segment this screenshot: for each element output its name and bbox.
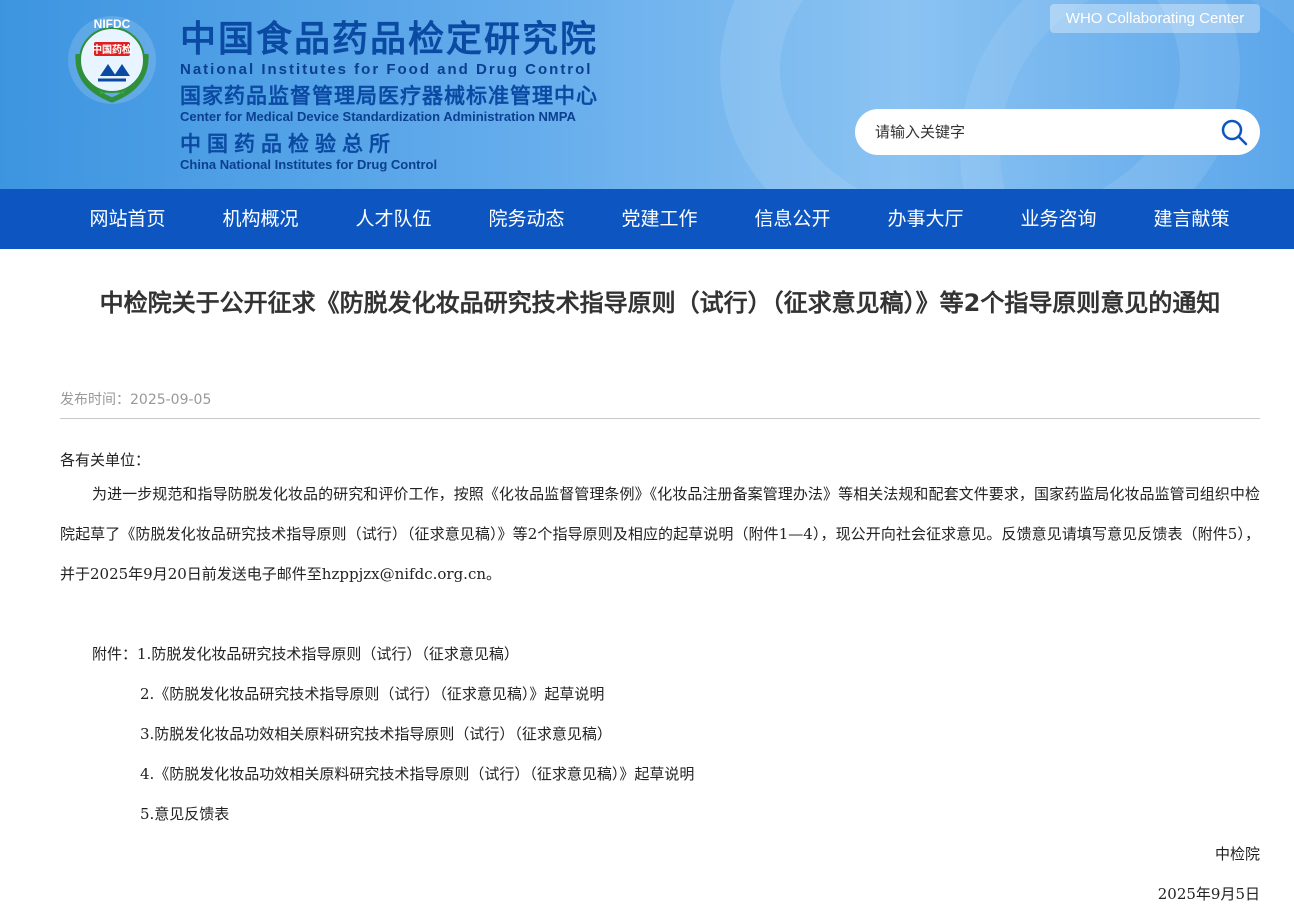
site-subtitle2-en: China National Institutes for Drug Contr… <box>180 157 438 172</box>
main-nav: 网站首页 机构概况 人才队伍 院务动态 党建工作 信息公开 办事大厅 业务咨询 … <box>0 189 1294 249</box>
svg-text:NIFDC: NIFDC <box>94 17 131 31</box>
site-subtitle-cn: 国家药品监督管理局医疗器械标准管理中心 <box>180 84 598 108</box>
nav-item-services[interactable]: 办事大厅 <box>859 189 992 249</box>
article-title: 中检院关于公开征求《防脱发化妆品研究技术指导原则（试行）（征求意见稿）》等2个指… <box>99 289 1221 317</box>
attachment-link[interactable]: 2.《防脱发化妆品研究技术指导原则（试行）（征求意见稿）》起草说明 <box>140 674 604 714</box>
search-box <box>855 109 1260 155</box>
nifdc-logo-icon[interactable]: 中国药检 NIFDC <box>64 14 160 106</box>
site-header: 中国药检 NIFDC 中国食品药品检定研究院 National Institut… <box>0 0 1294 189</box>
svg-text:中国药检: 中国药检 <box>92 43 132 56</box>
attachment-link[interactable]: 5.意见反馈表 <box>140 794 229 834</box>
attachment-link[interactable]: 4.《防脱发化妆品功效相关原料研究技术指导原则（试行）（征求意见稿）》起草说明 <box>140 754 694 794</box>
nav-item-home[interactable]: 网站首页 <box>61 189 194 249</box>
publish-info: 发布时间：2025-09-05 <box>60 390 211 410</box>
site-subtitle-en: Center for Medical Device Standardizatio… <box>180 109 576 124</box>
attachment-link[interactable]: 1.防脱发化妆品研究技术指导原则（试行）（征求意见稿） <box>137 645 519 663</box>
signer: 中检院 <box>1214 845 1260 863</box>
nav-item-overview[interactable]: 机构概况 <box>194 189 327 249</box>
nav-item-news[interactable]: 院务动态 <box>460 189 593 249</box>
publish-date: 2025-09-05 <box>130 392 212 408</box>
sign-date: 2025年9月5日 <box>1157 885 1260 903</box>
attachment-item: 附件：1.防脱发化妆品研究技术指导原则（试行）（征求意见稿） <box>92 634 519 674</box>
site-title-cn: 中国食品药品检定研究院 <box>180 19 599 60</box>
nav-item-suggestions[interactable]: 建言献策 <box>1125 189 1258 249</box>
site-title-en: National Institutes for Food and Drug Co… <box>180 61 593 78</box>
attachment-link[interactable]: 3.防脱发化妆品功效相关原料研究技术指导原则（试行）（征求意见稿） <box>140 714 612 754</box>
site-subtitle2-cn: 中国药品检验总所 <box>180 132 396 156</box>
attachments-label: 附件： <box>92 645 138 663</box>
search-icon[interactable] <box>1218 116 1250 148</box>
nav-item-consult[interactable]: 业务咨询 <box>992 189 1125 249</box>
divider <box>60 418 1260 419</box>
nav-item-disclosure[interactable]: 信息公开 <box>726 189 859 249</box>
publish-label: 发布时间： <box>60 392 130 408</box>
who-collaborating-center-link[interactable]: WHO Collaborating Center <box>1050 4 1260 33</box>
nav-item-talent[interactable]: 人才队伍 <box>327 189 460 249</box>
site-title-block: 中国食品药品检定研究院 National Institutes for Food… <box>180 18 598 172</box>
body-paragraph: 为进一步规范和指导防脱发化妆品的研究和评价工作，按照《化妆品监督管理条例》《化妆… <box>60 485 1260 583</box>
search-input[interactable] <box>875 117 1195 147</box>
nav-item-party[interactable]: 党建工作 <box>593 189 726 249</box>
